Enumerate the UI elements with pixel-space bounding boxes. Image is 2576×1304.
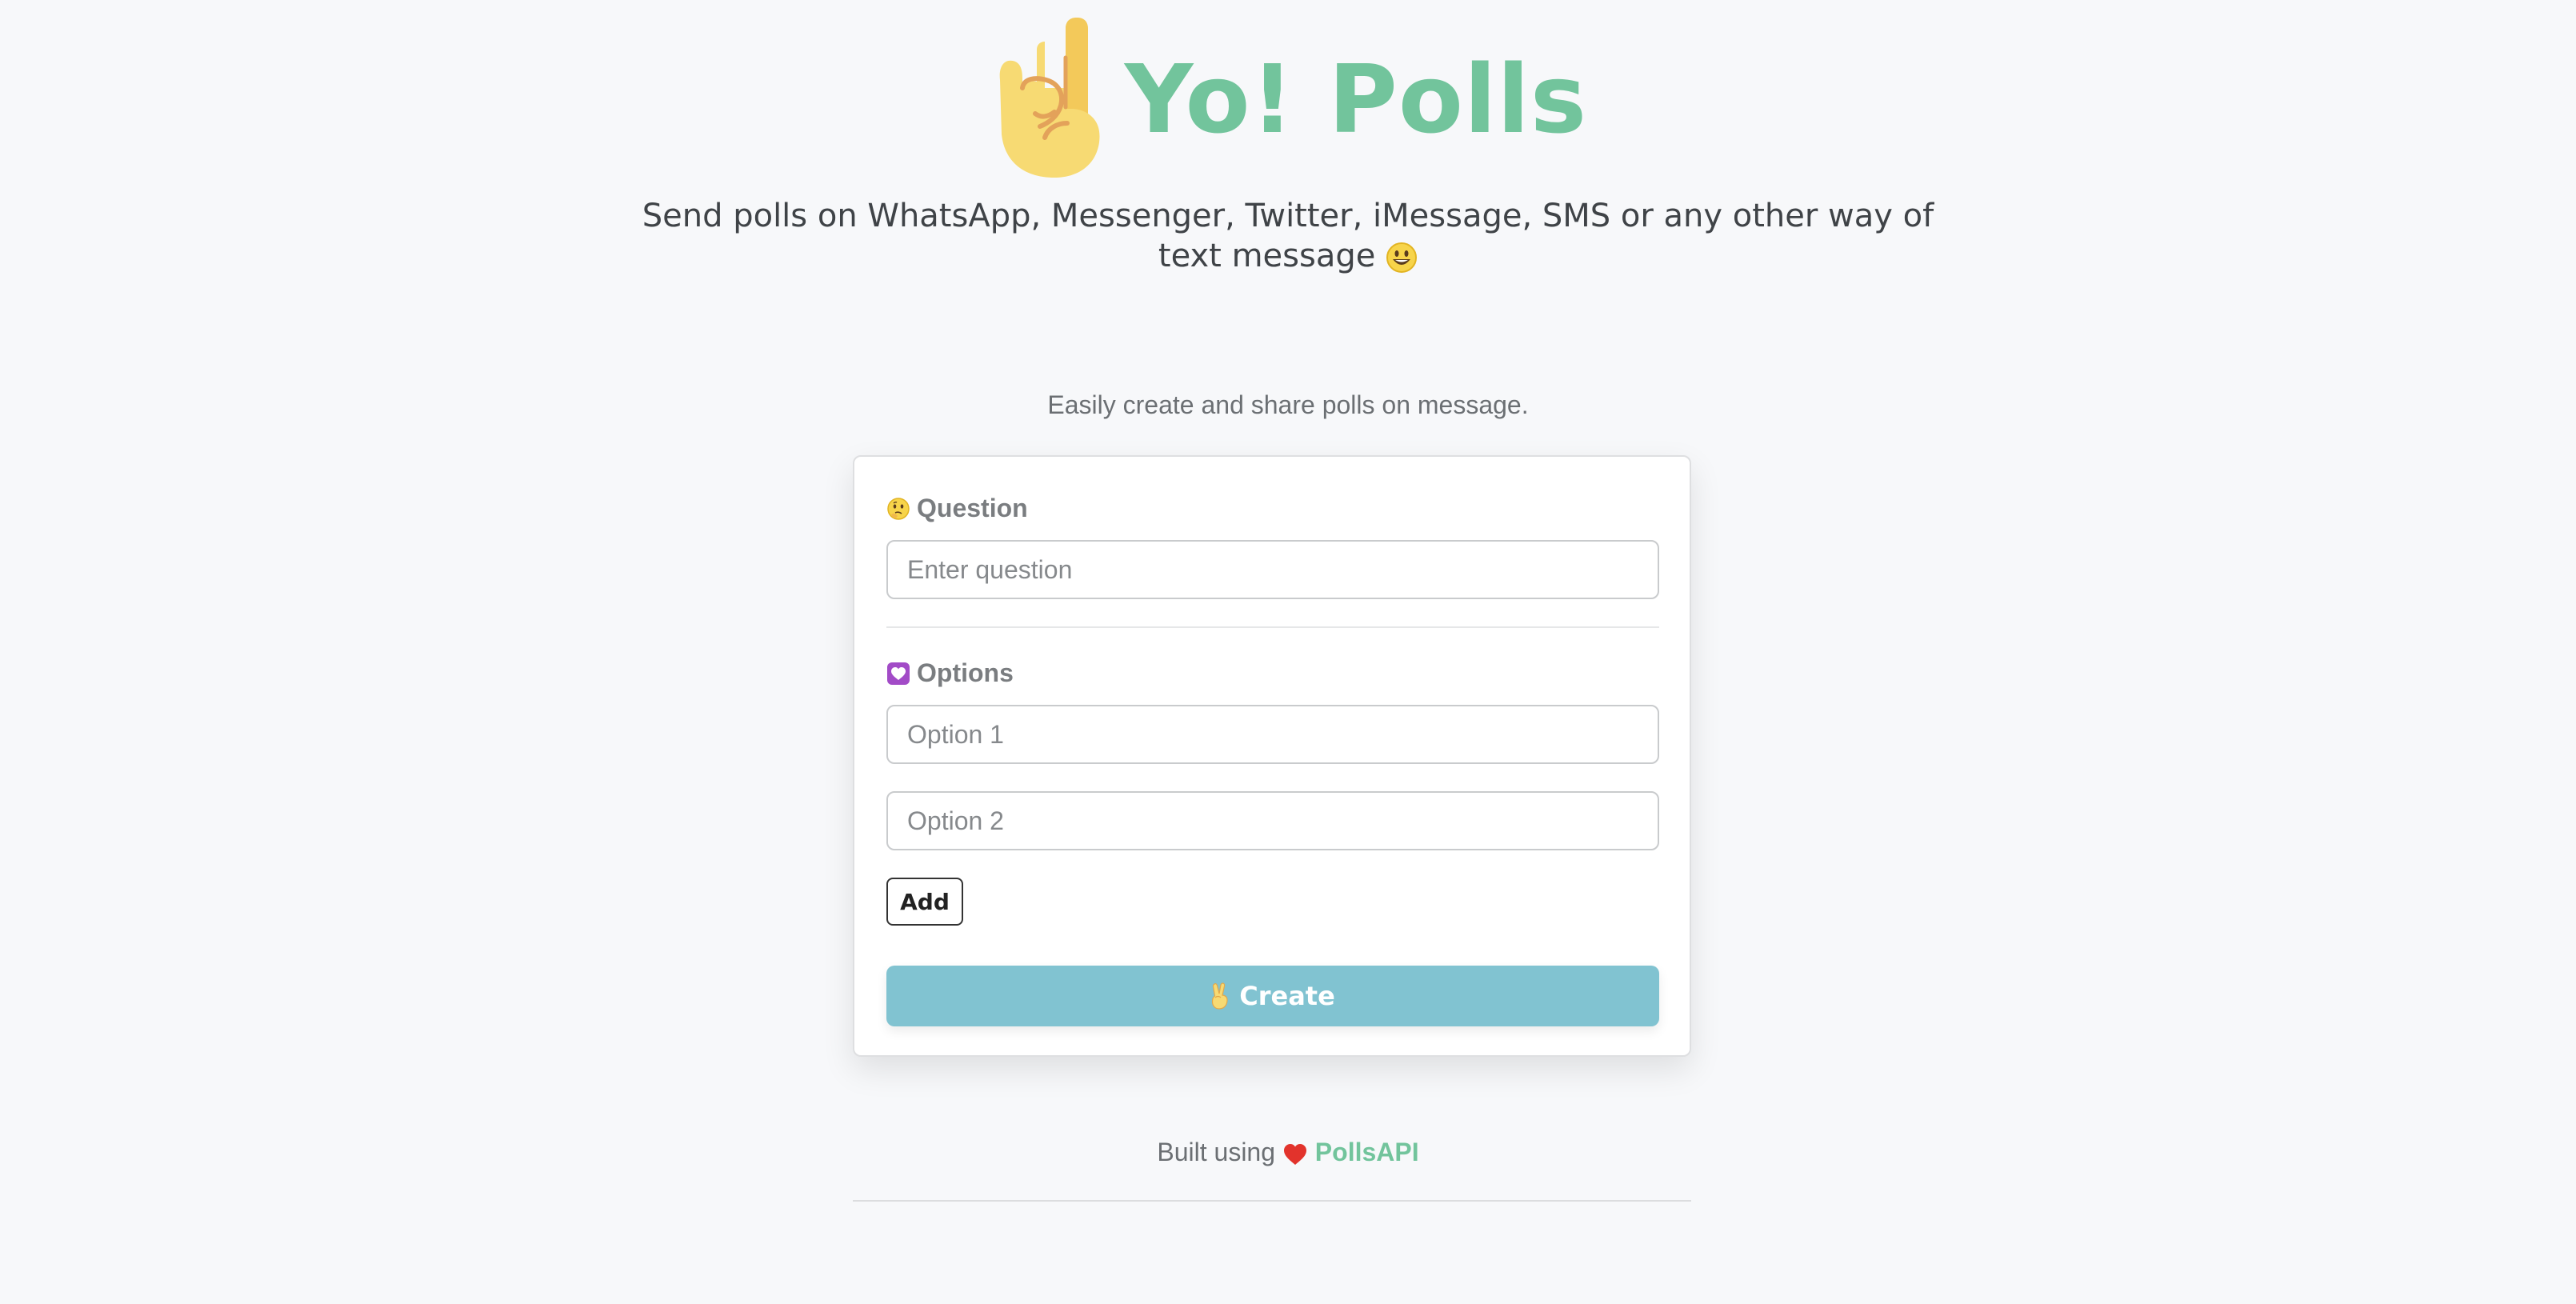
heart-box-icon <box>887 662 910 685</box>
victory-hand-icon <box>1212 982 1228 1010</box>
poll-form-card: Question Options Add Create <box>853 455 1691 1057</box>
create-button-label: Create <box>1239 981 1335 1011</box>
subtitle: Easily create and share polls on message… <box>1047 390 1529 419</box>
option-1-input[interactable] <box>886 705 1659 764</box>
brand-title: Yo! Polls <box>1124 44 1588 154</box>
footer: Built using PollsAPI <box>0 1138 2576 1167</box>
footer-divider <box>853 1200 1691 1202</box>
add-option-button[interactable]: Add <box>886 878 963 926</box>
options-label: Options <box>886 658 1014 688</box>
thinking-face-icon <box>887 497 910 520</box>
options-label-text: Options <box>917 658 1014 687</box>
raised-hand-index-finger-icon <box>999 18 1100 178</box>
pollsapi-link[interactable]: PollsAPI <box>1315 1138 1419 1166</box>
question-label: Question <box>886 494 1028 523</box>
header: Yo! Polls <box>0 18 2576 178</box>
form-divider <box>886 626 1659 628</box>
question-label-text: Question <box>917 494 1028 522</box>
option-2-input[interactable] <box>886 791 1659 850</box>
smiley-face-icon <box>1386 242 1418 273</box>
tagline-text: Send polls on WhatsApp, Messenger, Twitt… <box>642 198 1934 274</box>
logo[interactable]: Yo! Polls <box>989 18 1587 178</box>
footer-prefix: Built using <box>1157 1138 1276 1166</box>
create-button[interactable]: Create <box>886 966 1659 1026</box>
tagline: Send polls on WhatsApp, Messenger, Twitt… <box>608 196 1968 276</box>
question-input[interactable] <box>886 540 1659 599</box>
red-heart-icon <box>1283 1143 1306 1165</box>
